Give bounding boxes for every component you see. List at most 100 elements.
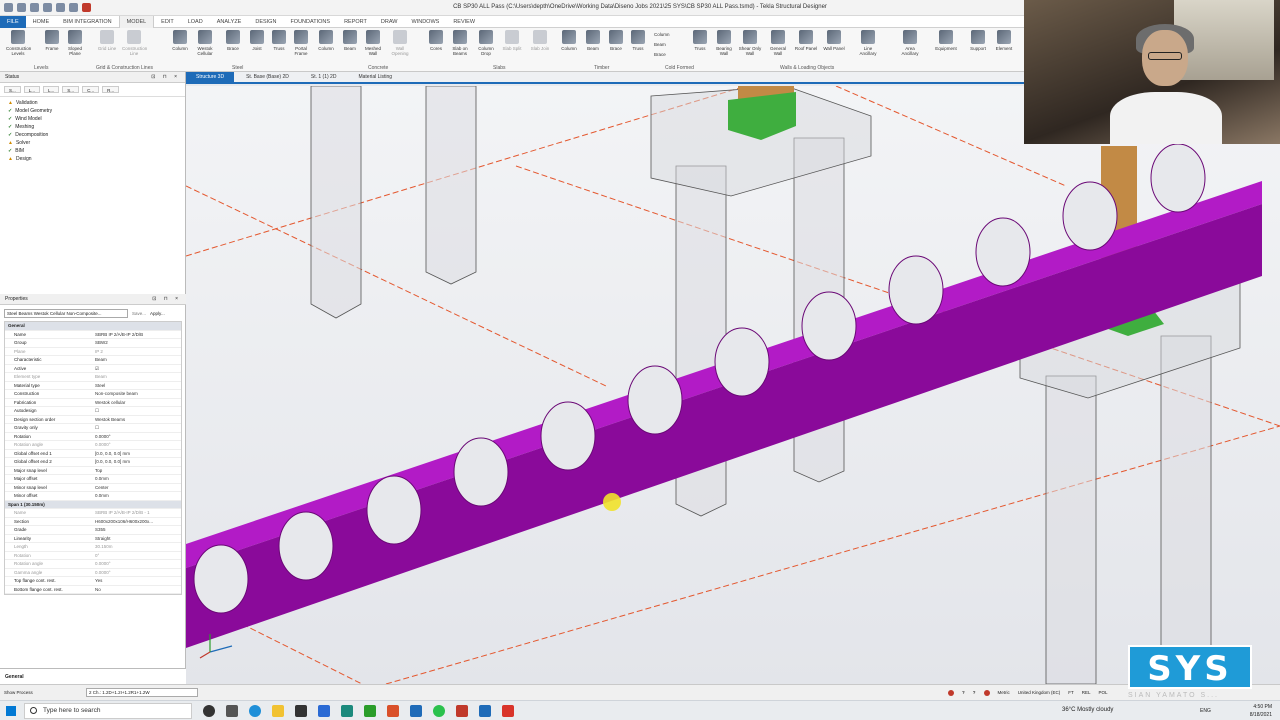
ribbon-button-wall-panel[interactable]: Wall Panel: [822, 30, 846, 51]
property-row[interactable]: Characteristic Beam: [5, 356, 181, 365]
panel-controls[interactable]: ⊡ ⊓ ×: [151, 72, 180, 83]
record-icon[interactable]: [983, 690, 990, 696]
property-row[interactable]: Group SBW2: [5, 339, 181, 348]
property-section[interactable]: General: [5, 322, 181, 331]
status-mini-tab[interactable]: L...: [23, 86, 41, 93]
ribbon-button-column[interactable]: Column: [314, 30, 338, 51]
ribbon-button-sloped-plane[interactable]: Sloped Plane: [63, 30, 87, 56]
tab-design[interactable]: DESIGN: [248, 16, 283, 28]
status-mini-tab[interactable]: S...: [62, 86, 80, 93]
property-value[interactable]: Non-composite beam: [93, 390, 181, 398]
file-explorer-icon[interactable]: [272, 705, 284, 717]
property-row[interactable]: Rotation 0°: [5, 552, 181, 560]
help-icon[interactable]: ?: [962, 685, 965, 701]
status-tree-item[interactable]: ✓ Decomposition: [8, 131, 177, 139]
property-row[interactable]: Major offset 0.0mm: [5, 475, 181, 484]
property-row[interactable]: Top flange cont. rest. Yes: [5, 577, 181, 586]
property-row[interactable]: Section H600x200x106/H600x200x...: [5, 518, 181, 526]
windows-start-icon[interactable]: [6, 706, 16, 716]
tab-analyze[interactable]: ANALYZE: [210, 16, 249, 28]
ribbon-button-construction-levels[interactable]: Construction Levels: [6, 30, 31, 56]
column[interactable]: [1160, 335, 1212, 685]
property-value[interactable]: Center: [93, 484, 181, 492]
property-value[interactable]: 0.0mm: [93, 475, 181, 483]
property-value[interactable]: [0.0, 0.0, 0.0] mm: [93, 458, 181, 466]
record-icon[interactable]: [948, 690, 954, 696]
property-value[interactable]: S355: [93, 526, 181, 534]
property-value[interactable]: Westok cellular: [93, 399, 181, 407]
tab-draw[interactable]: DRAW: [374, 16, 405, 28]
property-value[interactable]: 0°: [93, 552, 181, 560]
ribbon-button-column-drop[interactable]: Column Drop: [474, 30, 498, 56]
property-value[interactable]: [0.0, 0.0, 0.0] mm: [93, 450, 181, 458]
property-row[interactable]: Gravity only ☐: [5, 424, 181, 433]
weather-widget[interactable]: 36°C Mostly cloudy: [1062, 707, 1113, 713]
ribbon-button-truss[interactable]: Truss: [626, 30, 650, 51]
property-value[interactable]: IP 2: [93, 348, 181, 356]
structure-3d-viewport[interactable]: [185, 85, 1280, 687]
property-row[interactable]: Active ☑: [5, 365, 181, 373]
ribbon-button-slab-split[interactable]: Slab Split: [500, 30, 524, 51]
app-icon[interactable]: [456, 705, 468, 717]
ribbon-button-column[interactable]: Column: [168, 30, 192, 51]
save-button[interactable]: Save...: [132, 311, 146, 316]
tab-review[interactable]: REVIEW: [446, 16, 482, 28]
property-row[interactable]: Major snap level Top: [5, 467, 181, 475]
ribbon-button-slab-join[interactable]: Slab Join: [528, 30, 552, 51]
pol-toggle[interactable]: POL: [1099, 685, 1108, 701]
property-set-select[interactable]: Steel Beams Westok Cellular Non-Composit…: [4, 308, 128, 318]
cold-formed-brace[interactable]: Brace: [654, 50, 670, 60]
property-value[interactable]: Top: [93, 467, 181, 475]
tab-foundations[interactable]: FOUNDATIONS: [283, 16, 337, 28]
help-icon[interactable]: ?: [973, 685, 976, 701]
cold-formed-column[interactable]: Column: [654, 30, 670, 40]
tab-report[interactable]: REPORT: [337, 16, 374, 28]
property-row[interactable]: Fabrication Westok cellular: [5, 399, 181, 407]
tab-model[interactable]: MODEL: [118, 15, 155, 28]
property-value[interactable]: No: [93, 586, 181, 594]
property-value[interactable]: 0.0000°: [93, 569, 181, 577]
tab-edit[interactable]: EDIT: [154, 16, 181, 28]
ribbon-button-construction-line[interactable]: Construction Line: [122, 30, 147, 56]
property-value[interactable]: 0.0000°: [93, 560, 181, 568]
tekla-icon[interactable]: [410, 705, 422, 717]
ribbon-button-truss[interactable]: Truss: [267, 30, 291, 51]
ribbon-button-brace[interactable]: Brace: [221, 30, 245, 51]
property-value[interactable]: SBW2: [93, 339, 181, 347]
ribbon-button-column[interactable]: Column: [557, 30, 581, 51]
property-row[interactable]: Rotation angle 0.0000°: [5, 441, 181, 450]
ribbon-button-general-wall[interactable]: General Wall: [766, 30, 790, 56]
app-icon[interactable]: [341, 705, 353, 717]
property-row[interactable]: Minor offset 0.0mm: [5, 492, 181, 501]
property-value[interactable]: 30.150m: [93, 543, 181, 551]
property-value[interactable]: Straight: [93, 535, 181, 543]
property-row[interactable]: Global offset end 1 [0.0, 0.0, 0.0] mm: [5, 450, 181, 458]
ribbon-button-grid-line[interactable]: Grid Line: [95, 30, 119, 51]
ribbon-button-bearing-wall[interactable]: Bearing Wall: [712, 30, 736, 56]
mail-icon[interactable]: [318, 705, 330, 717]
status-tree-item[interactable]: ✓ Model Geometry: [8, 107, 177, 115]
status-mini-tab[interactable]: C...: [82, 86, 100, 93]
cortana-icon[interactable]: [203, 705, 215, 717]
ribbon-button-joist[interactable]: Joist: [245, 30, 269, 51]
property-row[interactable]: Element type Beam: [5, 373, 181, 382]
ribbon-button-equipment[interactable]: Equipment: [934, 30, 958, 51]
property-value[interactable]: ☑: [93, 365, 181, 373]
app-icon[interactable]: [479, 705, 491, 717]
property-value[interactable]: Beam: [93, 356, 181, 364]
status-tree-item[interactable]: ▲ Solver: [8, 139, 177, 147]
property-row[interactable]: Length 30.150m: [5, 543, 181, 552]
status-tree-item[interactable]: ✓ Wind Model: [8, 115, 177, 123]
ribbon-button-support[interactable]: Support: [966, 30, 990, 51]
store-icon[interactable]: [295, 705, 307, 717]
property-row[interactable]: Autodesign ☐: [5, 407, 181, 416]
show-process-label[interactable]: Show Process: [4, 685, 33, 701]
unit-label[interactable]: FT: [1068, 685, 1074, 701]
ribbon-button-area-ancillary[interactable]: Area Ancillary: [898, 30, 922, 56]
task-view-icon[interactable]: [226, 705, 238, 717]
ribbon-button-truss[interactable]: Truss: [688, 30, 712, 51]
property-row[interactable]: Plane IP 2: [5, 348, 181, 356]
ribbon-button-wall-opening[interactable]: Wall Opening: [388, 30, 412, 56]
property-row[interactable]: Grade S355: [5, 526, 181, 535]
property-value[interactable]: 0.0000°: [93, 441, 181, 449]
